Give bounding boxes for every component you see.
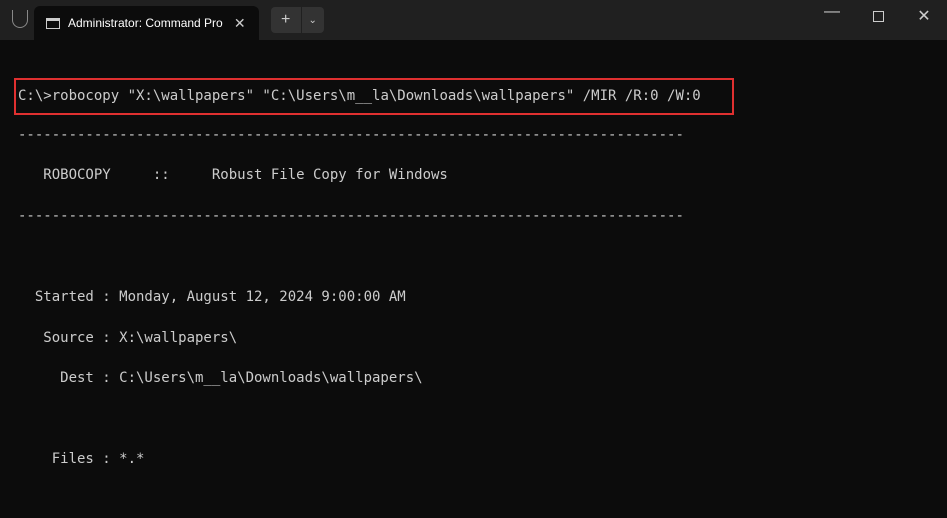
cmd-icon	[46, 18, 60, 29]
terminal-output[interactable]: C:\>robocopy "X:\wallpapers" "C:\Users\m…	[0, 40, 947, 518]
tab-title: Administrator: Command Pro	[68, 16, 223, 30]
dest-line: Dest : C:\Users\m__la\Downloads\wallpape…	[18, 368, 939, 388]
close-tab-icon[interactable]: ✕	[231, 15, 249, 32]
shield-icon	[12, 10, 28, 28]
maximize-button[interactable]	[855, 0, 901, 32]
prompt: C:\>	[18, 88, 52, 104]
maximize-icon	[873, 11, 884, 22]
blank-line	[18, 246, 939, 266]
titlebar: Administrator: Command Pro ✕ + ⌄ — ✕	[0, 0, 947, 40]
close-window-button[interactable]: ✕	[901, 0, 947, 32]
divider: ----------------------------------------…	[18, 206, 939, 226]
source-line: Source : X:\wallpapers\	[18, 328, 939, 348]
blank-line	[18, 409, 939, 429]
titlebar-left: Administrator: Command Pro ✕ + ⌄	[8, 0, 324, 40]
window-controls: — ✕	[809, 0, 947, 40]
minimize-icon: —	[824, 3, 840, 21]
new-tab-dropdown[interactable]: ⌄	[302, 7, 324, 33]
tab-active[interactable]: Administrator: Command Pro ✕	[34, 6, 259, 40]
robocopy-banner: ROBOCOPY :: Robust File Copy for Windows	[18, 165, 939, 185]
close-icon: ✕	[917, 6, 930, 26]
divider: ----------------------------------------…	[18, 125, 939, 145]
blank-line	[18, 490, 939, 510]
command-line: C:\>robocopy "X:\wallpapers" "C:\Users\m…	[14, 78, 734, 114]
started-line: Started : Monday, August 12, 2024 9:00:0…	[18, 287, 939, 307]
new-tab-button[interactable]: +	[271, 7, 301, 33]
files-line: Files : *.*	[18, 449, 939, 469]
command-text: robocopy "X:\wallpapers" "C:\Users\m__la…	[52, 88, 701, 104]
minimize-button[interactable]: —	[809, 0, 855, 32]
new-tab-group: + ⌄	[271, 7, 324, 33]
